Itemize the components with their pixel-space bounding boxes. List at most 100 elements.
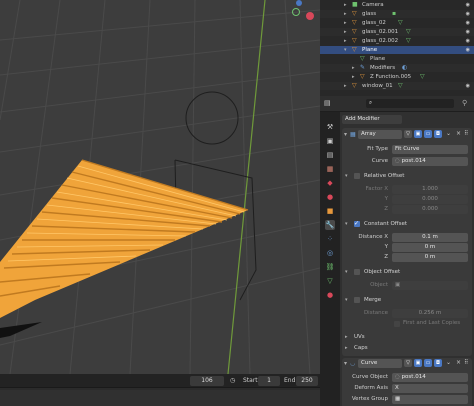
outliner-row-plane-mesh[interactable]: ▽ Plane [320, 55, 474, 63]
merge-section[interactable]: ▾ Merge [342, 295, 472, 305]
collapse-chevron-icon[interactable]: ▾ [344, 360, 347, 367]
distance-y-field[interactable]: 0 m [392, 243, 468, 252]
factor-y-label: Y [384, 196, 388, 202]
current-frame-field[interactable]: 106 [190, 376, 224, 386]
offset-object-field[interactable]: ▣ [392, 281, 468, 290]
outliner[interactable]: ▸ ■ Camera ◉ ▸ ▽ glass ▪ ◉ ▸ ▽ glass_02 ▽ ◉… [320, 0, 474, 96]
modifier-toggle-icon[interactable]: ◐ [402, 64, 407, 72]
curve-object-field[interactable]: ◌ post.014 [392, 157, 468, 166]
outliner-row-z-function[interactable]: ▸ ▽ Z Function.005 ▽ [320, 73, 474, 81]
drag-handle-icon[interactable]: ⠿ [464, 359, 468, 366]
render-tab-icon[interactable]: ▣ [325, 136, 335, 146]
start-frame-field[interactable]: 1 [258, 376, 280, 386]
outliner-row-window-01[interactable]: ▸ ▽ window_01 ▽ ◉ [320, 82, 474, 90]
mesh-icon: ▽ [352, 28, 357, 35]
relative-offset-checkbox[interactable] [354, 173, 360, 179]
visibility-eye-icon[interactable]: ◉ [466, 19, 470, 27]
viewport-toggle-icon[interactable]: ▭ [424, 130, 432, 138]
collapse-chevron-icon[interactable]: ▾ [344, 131, 347, 138]
visibility-eye-icon[interactable]: ◉ [466, 82, 470, 90]
gizmo-blue-dot-icon[interactable] [296, 0, 302, 6]
tool-tab-icon[interactable]: ⚒ [325, 122, 335, 132]
particles-tab-icon[interactable]: ⁘ [325, 234, 335, 244]
mesh-icon: ▽ [360, 73, 365, 80]
modifier-tab-icon[interactable]: 🔧 [325, 220, 335, 230]
3d-viewport[interactable] [0, 0, 320, 374]
fit-type-select[interactable]: Fit Curve [392, 145, 468, 154]
merge-distance-field[interactable]: 0.256 m [392, 309, 468, 318]
output-tab-icon[interactable]: ▤ [325, 150, 335, 160]
constraints-tab-icon[interactable]: ⛓ [325, 262, 335, 272]
close-icon[interactable]: × [456, 359, 461, 366]
deform-axis-select[interactable]: X [392, 384, 468, 393]
factor-z-field[interactable]: 0.000 [392, 205, 468, 214]
caps-section[interactable]: ▸ Caps [342, 343, 472, 353]
editmode-toggle-icon[interactable]: ▣ [414, 130, 422, 138]
dropdown-arrow-icon[interactable]: ⌄ [446, 359, 451, 366]
editmode-toggle-icon[interactable]: ▣ [414, 359, 422, 367]
outliner-row-plane-selected[interactable]: ▾ ▽ Plane ◉ [320, 46, 474, 54]
end-frame-field[interactable]: 250 [296, 376, 318, 386]
world-tab-icon[interactable]: ● [325, 192, 335, 202]
scene-tab-icon[interactable]: ◆ [325, 178, 335, 188]
merge-checkbox[interactable] [354, 297, 360, 303]
timeline[interactable]: 106 ◷ Start 1 End 250 [0, 374, 320, 406]
camera-icon: ■ [352, 1, 358, 8]
data-tab-icon[interactable]: ▽ [325, 276, 335, 286]
outliner-row-glass[interactable]: ▸ ▽ glass ▪ ◉ [320, 10, 474, 18]
first-last-checkbox[interactable] [394, 321, 400, 327]
outliner-row-camera[interactable]: ▸ ■ Camera ◉ [320, 1, 474, 9]
properties-header: ▤ ⌕ ⚲ [320, 96, 474, 112]
mesh-icon: ▽ [352, 46, 357, 53]
material-tab-icon[interactable]: ● [325, 290, 335, 300]
distance-x-field[interactable]: 0.1 m [392, 233, 468, 242]
edit-cage-icon[interactable]: ▽ [404, 359, 412, 367]
array-name-field[interactable]: Array [358, 130, 402, 139]
pin-icon[interactable]: ⚲ [462, 99, 467, 107]
render-toggle-icon[interactable]: ◘ [434, 359, 442, 367]
physics-tab-icon[interactable]: ◎ [325, 248, 335, 258]
y-axis-line [227, 0, 266, 374]
object-offset-section[interactable]: ▾ Object Offset [342, 267, 472, 277]
edit-cage-icon[interactable]: ▽ [404, 130, 412, 138]
outliner-row-glass-02-002[interactable]: ▸ ▽ glass_02.002 ▽ ◉ [320, 37, 474, 45]
timeline-track[interactable] [0, 390, 320, 406]
mesh-icon: ▽ [352, 37, 357, 44]
stopwatch-icon[interactable]: ◷ [230, 376, 235, 386]
curve-object-field[interactable]: ◌ post.014 [392, 373, 468, 382]
relative-offset-section[interactable]: ▾ Relative Offset [342, 171, 472, 181]
drag-handle-icon[interactable]: ⠿ [464, 130, 468, 137]
object-tab-icon[interactable]: ■ [325, 206, 335, 216]
distance-y-label: Y [384, 244, 388, 250]
dropdown-arrow-icon[interactable]: ⌄ [446, 130, 451, 137]
curve-modifier-name-field[interactable]: Curve [358, 359, 402, 368]
constant-offset-checkbox[interactable] [354, 219, 360, 229]
visibility-eye-icon[interactable]: ◉ [466, 46, 470, 54]
distance-z-field[interactable]: 0 m [392, 253, 468, 262]
visibility-eye-icon[interactable]: ◉ [466, 1, 470, 9]
visibility-eye-icon[interactable]: ◉ [466, 37, 470, 45]
outliner-row-modifiers[interactable]: ▸ ✎ Modifiers ◐ [320, 64, 474, 72]
gizmo-green-dot-icon[interactable] [292, 8, 300, 16]
visibility-eye-icon[interactable]: ◉ [466, 10, 470, 18]
vertex-group-field[interactable]: ▦ [392, 395, 468, 404]
visibility-eye-icon[interactable]: ◉ [466, 28, 470, 36]
modifier-icon: ▽ [406, 28, 411, 35]
uvs-section[interactable]: ▸ UVs [342, 332, 472, 342]
gizmo-red-dot-icon[interactable] [306, 12, 314, 20]
editor-type-icon[interactable]: ▤ [324, 99, 331, 107]
factor-z-label: Z [384, 206, 388, 212]
view-layer-tab-icon[interactable]: ▦ [325, 164, 335, 174]
close-icon[interactable]: × [456, 130, 461, 137]
object-label: Object [370, 282, 388, 288]
object-offset-checkbox[interactable] [354, 269, 360, 275]
viewport-toggle-icon[interactable]: ▭ [424, 359, 432, 367]
outliner-row-glass-02[interactable]: ▸ ▽ glass_02 ▽ ◉ [320, 19, 474, 27]
constant-offset-section[interactable]: ▾ Constant Offset [342, 219, 472, 229]
properties-search-field[interactable]: ⌕ [366, 99, 454, 108]
add-modifier-button[interactable]: Add Modifier [342, 115, 402, 124]
factor-x-field[interactable]: 1.000 [392, 185, 468, 194]
factor-y-field[interactable]: 0.000 [392, 195, 468, 204]
outliner-row-glass-02-001[interactable]: ▸ ▽ glass_02.001 ▽ ◉ [320, 28, 474, 36]
render-toggle-icon[interactable]: ◘ [434, 130, 442, 138]
